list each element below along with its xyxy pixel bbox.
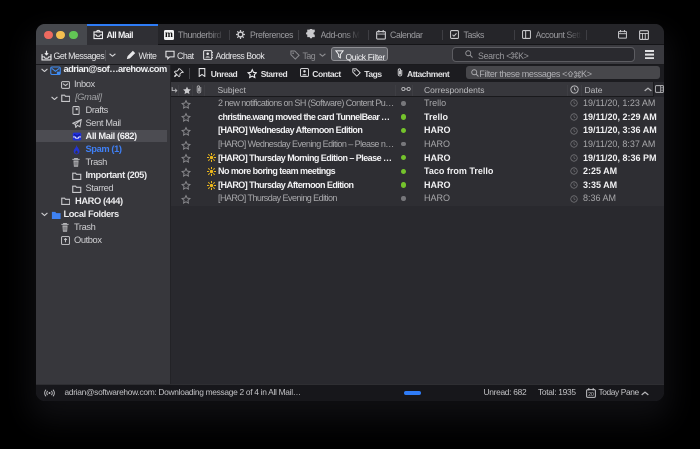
svg-text:20: 20 (588, 392, 594, 398)
